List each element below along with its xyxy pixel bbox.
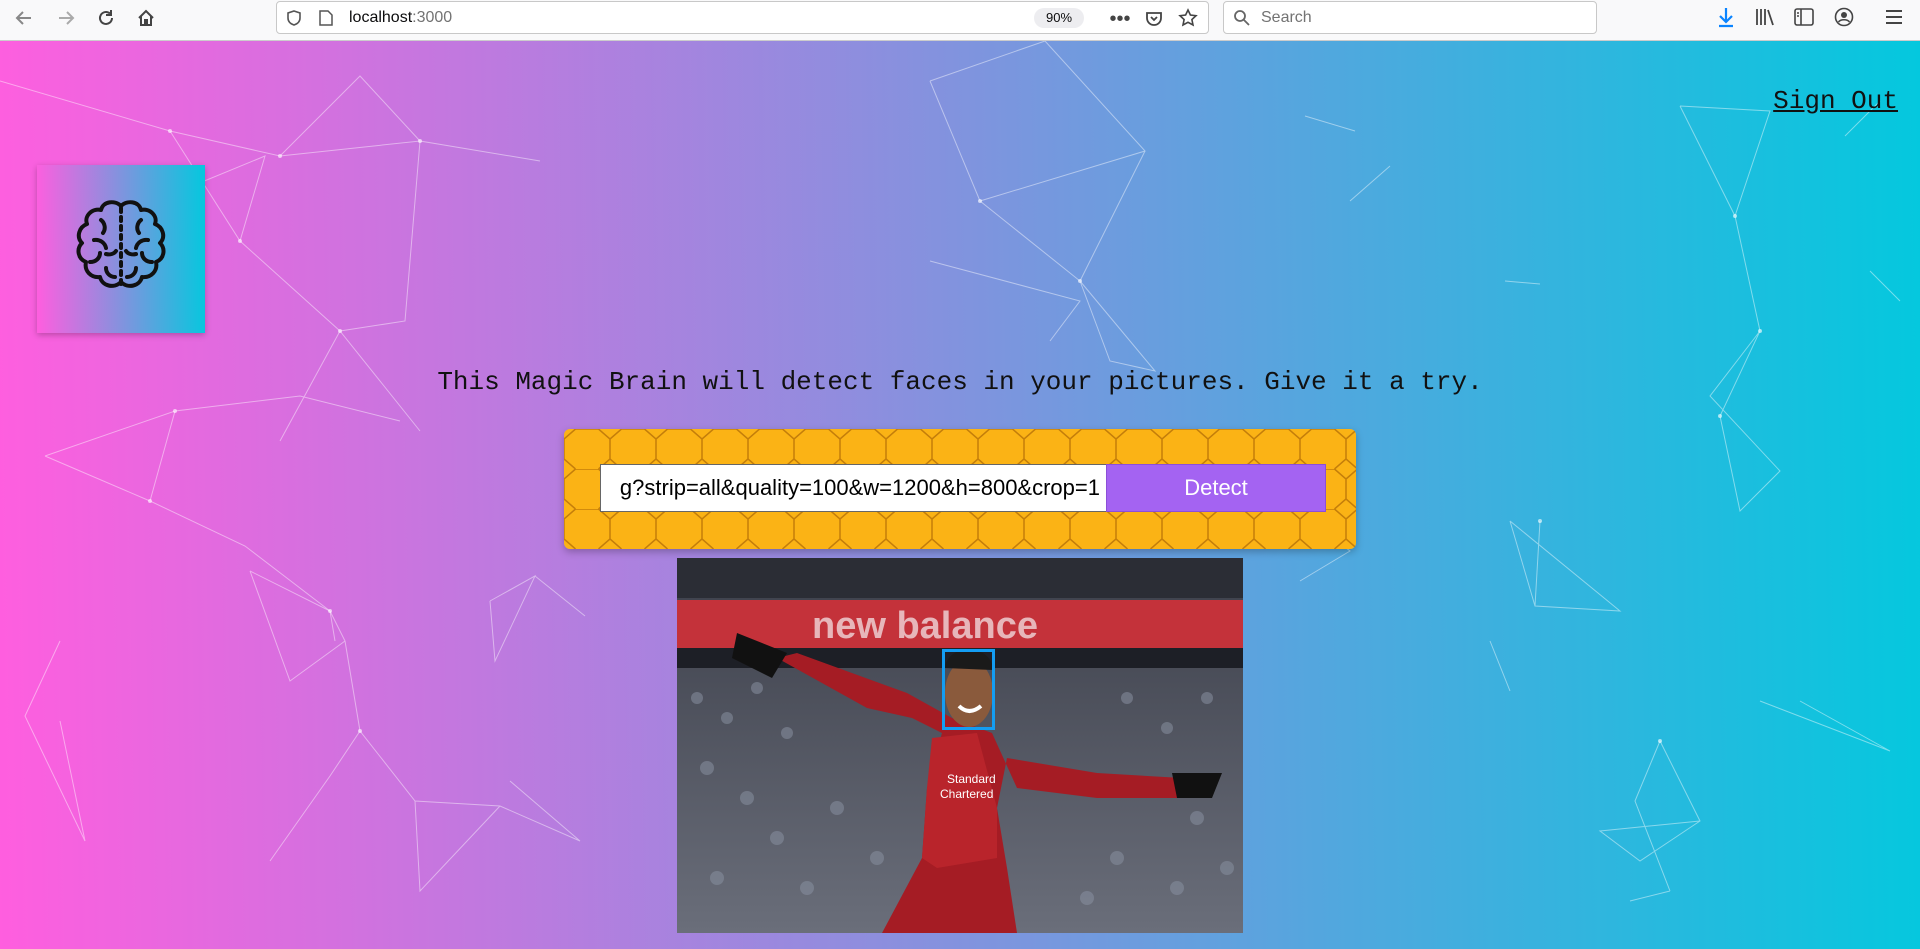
shield-icon[interactable]	[285, 9, 303, 27]
more-actions-icon[interactable]: •••	[1109, 8, 1131, 30]
image-url-input[interactable]: g?strip=all&quality=100&w=1200&h=800&cro…	[600, 464, 1107, 512]
download-icon[interactable]	[1714, 5, 1738, 29]
pocket-icon[interactable]	[1143, 8, 1165, 30]
football-player-photo: new balance Standard Chartered	[677, 558, 1243, 933]
url-bar[interactable]: localhost:3000 90% •••	[276, 1, 1209, 34]
account-icon[interactable]	[1832, 5, 1856, 29]
zoom-badge[interactable]: 90%	[1034, 8, 1084, 28]
face-bounding-box	[942, 649, 995, 730]
menu-icon[interactable]	[1882, 5, 1906, 29]
sidebar-icon[interactable]	[1792, 5, 1816, 29]
detect-button[interactable]: Detect	[1106, 464, 1326, 512]
url-host: localhost	[349, 9, 413, 26]
search-icon	[1232, 8, 1252, 28]
back-icon[interactable]	[10, 4, 38, 32]
library-icon[interactable]	[1753, 5, 1777, 29]
shirt-text-2: Chartered	[940, 787, 993, 801]
home-icon[interactable]	[132, 4, 160, 32]
banner-text: new balance	[812, 605, 1038, 647]
forward-icon[interactable]	[52, 4, 80, 32]
app-page: Sign Out This Magic Brain will detect fa…	[0, 41, 1920, 949]
shirt-text-1: Standard	[947, 772, 996, 786]
search-bar[interactable]: Search	[1223, 1, 1597, 34]
sign-out-link[interactable]: Sign Out	[1773, 86, 1898, 116]
bookmark-star-icon[interactable]	[1177, 7, 1199, 29]
browser-toolbar: localhost:3000 90% ••• Search	[0, 0, 1920, 41]
logo[interactable]	[37, 165, 205, 333]
url-port: :3000	[412, 9, 453, 26]
reload-icon[interactable]	[92, 4, 120, 32]
search-placeholder: Search	[1261, 9, 1312, 26]
brain-icon	[76, 200, 166, 288]
url-text[interactable]: localhost:3000	[349, 9, 452, 27]
face-detection-image: new balance Standard Chartered	[677, 558, 1243, 933]
tagline: This Magic Brain will detect faces in yo…	[437, 367, 1483, 397]
image-url-form: g?strip=all&quality=100&w=1200&h=800&cro…	[564, 429, 1356, 549]
page-icon	[317, 9, 335, 27]
